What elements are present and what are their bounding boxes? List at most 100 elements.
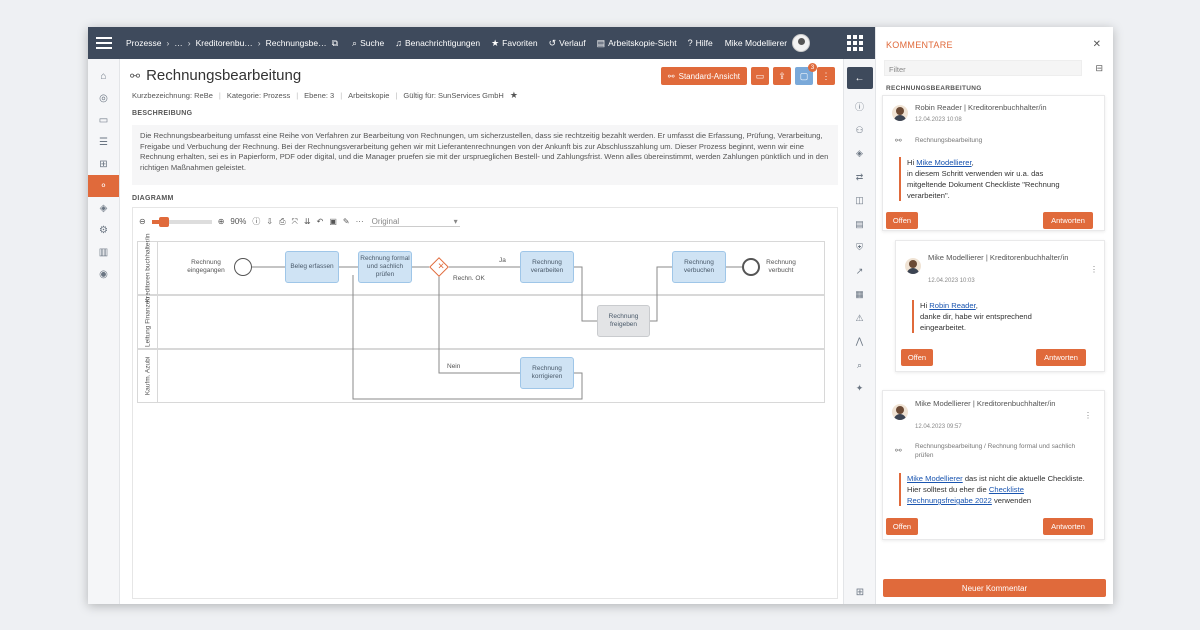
nav-help[interactable]: ? Hilfe <box>688 38 713 48</box>
help-icon: ? <box>687 38 693 48</box>
window-button[interactable]: ▭ <box>751 67 769 85</box>
mention-link[interactable]: Mike Modellierer <box>907 474 963 483</box>
process-icon: ⚯ <box>130 68 141 83</box>
copy-icon[interactable]: ⧉ <box>332 38 338 49</box>
layers-icon[interactable]: ◈ <box>844 142 875 166</box>
process-icon[interactable]: ⚬ <box>88 175 119 197</box>
edit-icon[interactable]: ✎ <box>343 217 350 226</box>
layers-icon[interactable]: ◈ <box>88 197 119 219</box>
standard-view-label: Standard-Ansicht <box>678 71 740 81</box>
frame-icon[interactable]: ▣ <box>329 217 337 226</box>
flow-label-no: Nein <box>447 363 461 370</box>
avatar <box>905 258 921 274</box>
breadcrumb: Prozesse › … › Kreditorenbu… › Rechnungsbe…… <box>126 38 338 49</box>
road-icon[interactable]: ⋀ <box>844 330 875 354</box>
more-horizontal-icon[interactable]: ··· <box>356 217 364 226</box>
export-button[interactable]: ⇪ <box>773 67 791 85</box>
clipboard-icon[interactable]: ▦ <box>844 283 875 307</box>
close-icon[interactable]: ✕ <box>1093 39 1101 50</box>
compass-icon[interactable]: ◎ <box>88 87 119 109</box>
zoom-out-icon[interactable]: ⊖ <box>139 217 146 226</box>
comment-reference[interactable]: Rechnungsbearbeitung <box>915 137 982 146</box>
chat-icon[interactable]: ▭ <box>88 109 119 131</box>
users-icon[interactable]: ⚇ <box>844 119 875 143</box>
info-icon[interactable]: ⓘ <box>252 216 260 227</box>
file-icon[interactable]: ▤ <box>844 213 875 237</box>
view-select[interactable]: Original ▾ <box>369 216 460 227</box>
user-menu[interactable]: Mike Modellierer <box>725 34 811 52</box>
comment-author: Robin Reader | Kreditorenbuchhalter/in <box>915 103 1047 112</box>
task-rechnung-verarbeiten[interactable]: Rechnung verarbeiten <box>520 251 574 283</box>
open-button[interactable]: Offen <box>886 518 918 535</box>
comment-date: 12.04.2023 10:08 <box>915 117 962 123</box>
network-icon[interactable]: ⊞ <box>844 587 876 598</box>
apps-grid-icon[interactable] <box>847 35 863 51</box>
undo-icon[interactable]: ↶ <box>317 217 324 226</box>
warning-icon[interactable]: ⚠ <box>844 307 875 331</box>
zoom-slider[interactable] <box>151 216 212 227</box>
menu-icon[interactable] <box>88 27 120 59</box>
info-icon[interactable]: ⓘ <box>844 95 875 119</box>
align-icon[interactable]: ⇊ <box>304 217 311 226</box>
comments-button[interactable]: ▢ 3 <box>795 63 817 85</box>
task-rechnung-pruefen[interactable]: Rechnung formal und sachlich prüfen <box>358 251 412 283</box>
shield-icon[interactable]: ⛨ <box>844 236 875 260</box>
mention-link[interactable]: Mike Modellierer <box>916 158 971 167</box>
nav-notifications[interactable]: ♫ Benachrichtigungen <box>395 38 480 48</box>
mention-link[interactable]: Robin Reader <box>929 301 975 310</box>
task-rechnung-verbuchen[interactable]: Rechnung verbuchen <box>672 251 726 283</box>
nav-favorites[interactable]: ★ Favoriten <box>491 38 538 49</box>
zoom-knob[interactable] <box>158 216 169 227</box>
swap-icon[interactable]: ⇄ <box>844 166 875 190</box>
breadcrumb-item[interactable]: Prozesse <box>126 38 161 48</box>
end-event[interactable] <box>742 258 760 276</box>
search-zoom-icon[interactable]: ⌕ <box>844 354 875 378</box>
print-icon[interactable]: ⎙ <box>279 217 285 227</box>
trend-icon[interactable]: ↗ <box>844 260 875 284</box>
standard-view-button[interactable]: ⚯ Standard-Ansicht <box>660 67 747 85</box>
task-rechnung-korrigieren[interactable]: Rechnung korrigieren <box>520 357 574 389</box>
comment-body: Hi Robin Reader, danke dir, habe wir ent… <box>912 300 1072 333</box>
open-button[interactable]: Offen <box>901 349 933 366</box>
nav-search[interactable]: ⌕ Suche <box>352 38 384 49</box>
filter-input[interactable]: Filter <box>884 60 1082 76</box>
download-icon[interactable]: ⇩ <box>266 217 273 226</box>
open-button[interactable]: Offen <box>886 212 918 229</box>
nav-label: Arbeitskopie-Sicht <box>608 38 677 48</box>
filter-tree-icon[interactable]: ⊟ <box>1095 63 1103 74</box>
breadcrumb-item[interactable]: Kreditorenbu… <box>196 38 253 48</box>
more-vertical-icon[interactable]: ⋮ <box>1090 265 1098 274</box>
list-icon[interactable]: ☰ <box>88 131 119 153</box>
breadcrumb-item[interactable]: … <box>174 38 183 48</box>
more-vertical-icon[interactable]: ⋮ <box>1084 411 1092 420</box>
top-bar: Prozesse › … › Kreditorenbu… › Rechnungsbe…… <box>88 27 875 59</box>
fit-icon[interactable]: ⤧ <box>292 217 298 227</box>
task-rechnung-freigeben[interactable]: Rechnung freigeben <box>597 305 650 337</box>
chart-icon[interactable]: ▥ <box>88 241 119 263</box>
comment-author: Mike Modellierer | Kreditorenbuchhalter/… <box>915 399 1056 408</box>
database-icon[interactable]: ◫ <box>844 189 875 213</box>
comment-reference[interactable]: Rechnungsbearbeitung / Rechnung formal u… <box>915 443 1090 460</box>
home-icon[interactable]: ⌂ <box>88 65 119 87</box>
reply-button[interactable]: Antworten <box>1043 518 1093 535</box>
bell-icon: ♫ <box>395 38 402 48</box>
main-content: ⚯ Rechnungsbearbeitung Kurzbezeichnung: … <box>120 59 843 604</box>
lightbulb-icon[interactable]: ✦ <box>844 377 875 401</box>
zoom-in-icon[interactable]: ⊕ <box>218 217 225 226</box>
view-select-value: Original <box>371 216 400 226</box>
more-button[interactable]: ⋮ <box>817 67 835 85</box>
org-chart-icon[interactable]: ⊞ <box>88 153 119 175</box>
nav-working-copy[interactable]: ▤ Arbeitskopie-Sicht <box>597 38 677 49</box>
new-comment-button[interactable]: Neuer Kommentar <box>883 579 1106 597</box>
task-beleg-erfassen[interactable]: Beleg erfassen <box>285 251 339 283</box>
database-icon[interactable]: ◉ <box>88 263 119 285</box>
breadcrumb-item[interactable]: Rechnungsbe… <box>266 38 327 48</box>
panel-title: KOMMENTARE <box>886 40 953 50</box>
arrow-left-icon[interactable]: ← <box>846 67 873 89</box>
reply-button[interactable]: Antworten <box>1043 212 1093 229</box>
settings-icon[interactable]: ⚙ <box>88 219 119 241</box>
reply-button[interactable]: Antworten <box>1036 349 1086 366</box>
nav-history[interactable]: ↺ Verlauf <box>549 38 586 49</box>
start-event[interactable] <box>234 258 252 276</box>
favorite-star-icon[interactable]: ★ <box>510 90 518 101</box>
